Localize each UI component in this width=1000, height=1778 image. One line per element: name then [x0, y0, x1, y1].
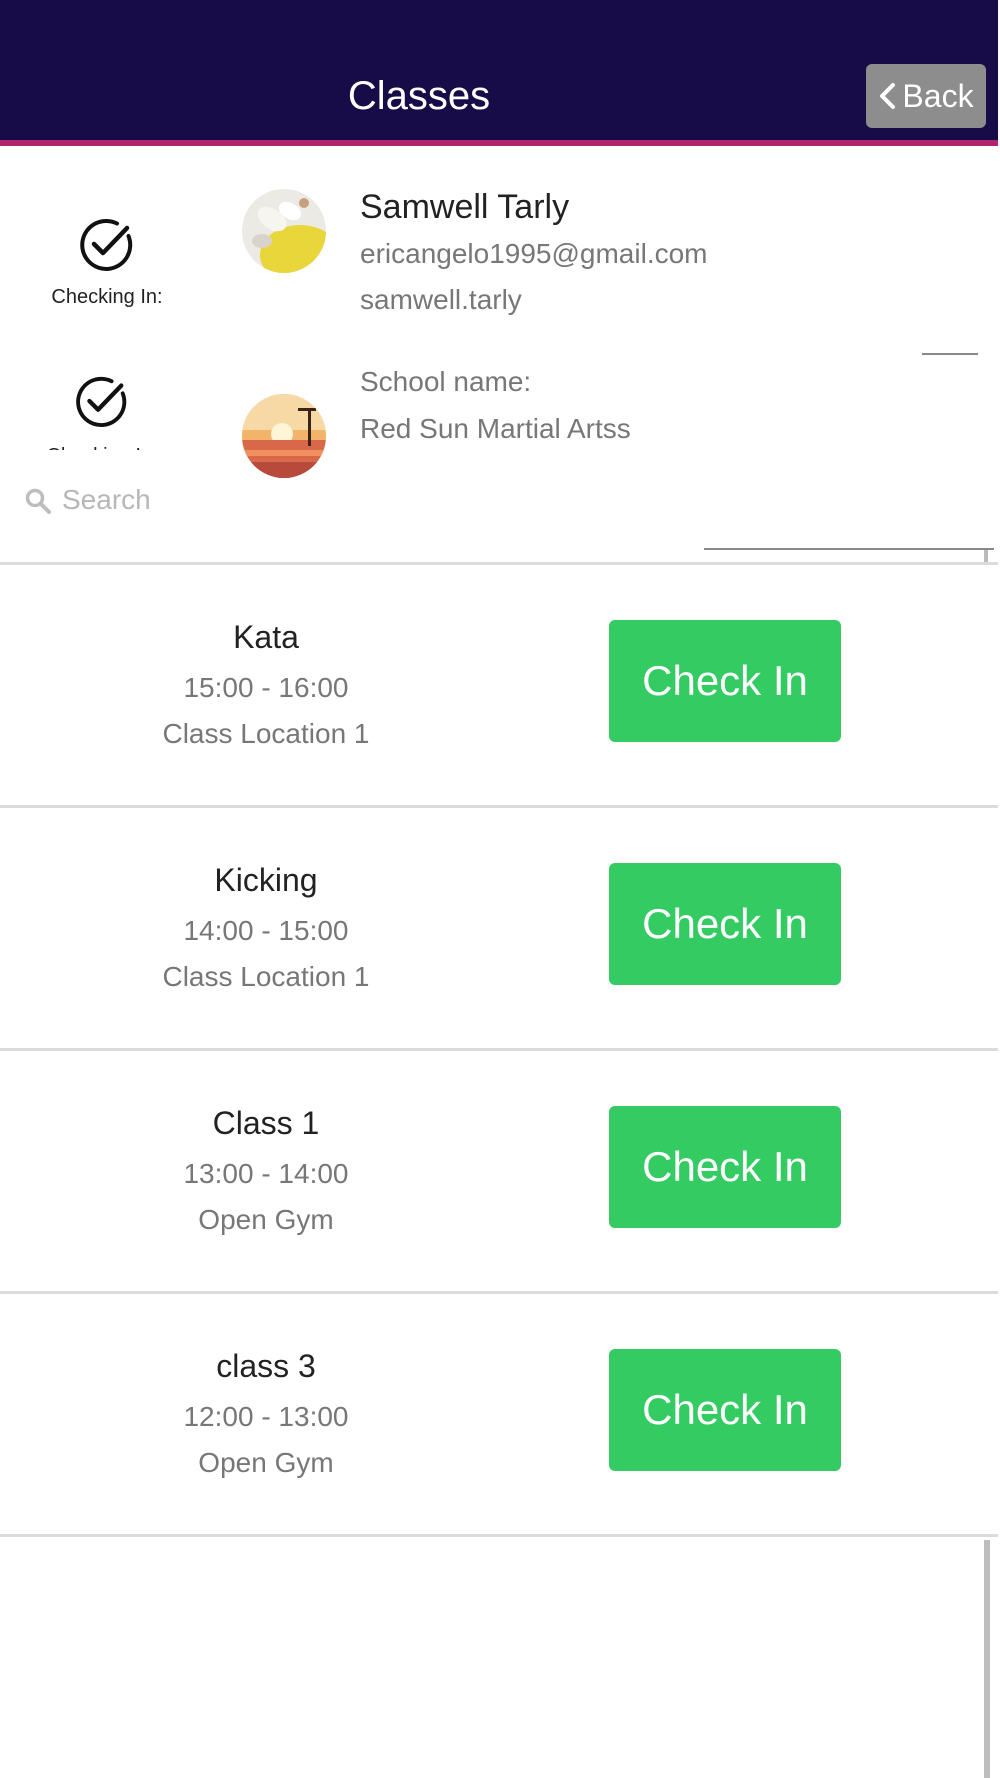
class-name: Class 1 — [212, 1105, 320, 1141]
check-in-button[interactable]: Check In — [609, 1349, 841, 1471]
scrollbar[interactable] — [984, 550, 988, 562]
class-location: Class Location 1 — [162, 718, 370, 749]
check-circle-icon — [80, 218, 133, 271]
chevron-left-icon — [880, 83, 896, 109]
school-label: School name: — [360, 366, 532, 397]
check-in-button[interactable]: Check In — [609, 620, 841, 742]
class-name: Kicking — [214, 862, 318, 898]
divider — [704, 548, 994, 550]
check-in-button[interactable]: Check In — [609, 863, 841, 985]
checking-in-label: Checking In: — [30, 438, 174, 450]
list-item: class 3 12:00 - 13:00 Open Gym Check In — [0, 1294, 998, 1534]
check-circle-icon — [76, 376, 127, 427]
avatar — [242, 189, 326, 273]
back-button[interactable]: Back — [866, 64, 986, 128]
scrollbar[interactable] — [984, 1540, 990, 1778]
check-in-button[interactable]: Check In — [609, 1106, 841, 1228]
class-name: class 3 — [216, 1348, 316, 1384]
class-time: 15:00 - 16:00 — [183, 672, 349, 703]
class-time: 12:00 - 13:00 — [183, 1401, 349, 1432]
class-time: 13:00 - 14:00 — [183, 1158, 349, 1189]
search-icon — [25, 488, 51, 514]
list-item: Kicking 14:00 - 15:00 Class Location 1 C… — [0, 808, 998, 1048]
school-name: Red Sun Martial Artss — [360, 413, 631, 444]
class-location: Open Gym — [198, 1204, 334, 1235]
class-name: Kata — [233, 619, 299, 655]
back-button-label: Back — [902, 77, 974, 114]
classes-screen: Classes Back Checking In: Samwell Tarly … — [0, 0, 998, 1778]
header-accent-line — [0, 140, 998, 146]
class-list: Kata 15:00 - 16:00 Class Location 1 Chec… — [0, 562, 998, 1537]
app-header — [0, 0, 998, 140]
list-item: Kata 15:00 - 16:00 Class Location 1 Chec… — [0, 565, 998, 805]
divider — [922, 353, 978, 355]
list-item: Class 1 13:00 - 14:00 Open Gym Check In — [0, 1051, 998, 1291]
user-email: ericangelo1995@gmail.com — [360, 238, 708, 269]
class-location: Open Gym — [198, 1447, 334, 1478]
search-input[interactable] — [62, 478, 462, 522]
divider — [0, 1534, 998, 1537]
class-location: Class Location 1 — [162, 961, 370, 992]
avatar — [242, 394, 326, 478]
user-username: samwell.tarly — [360, 284, 522, 315]
checking-in-label: Checking In: — [51, 286, 163, 308]
class-time: 14:00 - 15:00 — [183, 915, 349, 946]
user-name: Samwell Tarly — [360, 188, 570, 226]
page-title: Classes — [347, 74, 491, 118]
